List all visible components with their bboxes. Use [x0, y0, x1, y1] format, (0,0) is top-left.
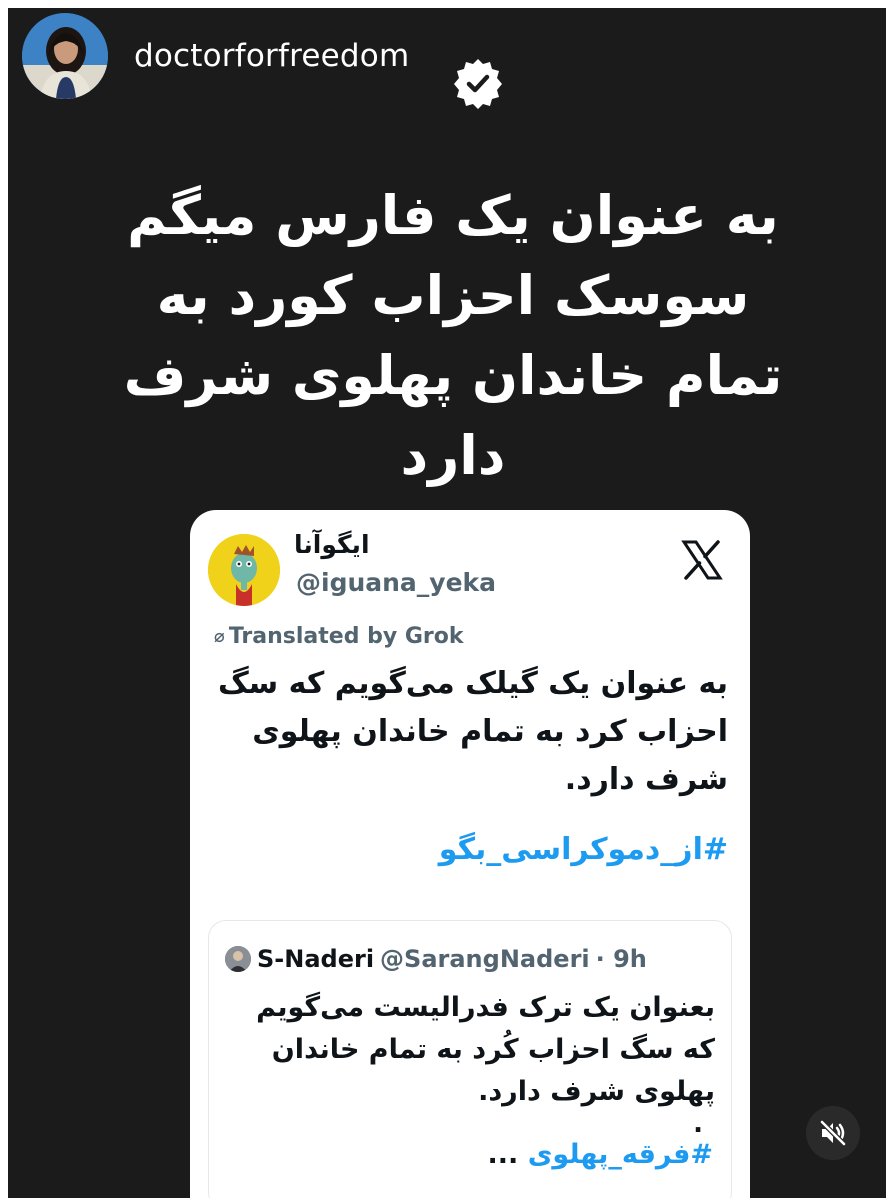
grok-icon: ⌀: [214, 626, 225, 647]
translated-label: Translated by Grok: [228, 624, 464, 649]
headline-line: سوسک احزاب کورد به: [156, 264, 750, 327]
profile-avatar[interactable]: [22, 13, 108, 99]
tweet-avatar[interactable]: [208, 534, 280, 606]
headline-line: به عنوان یک فارس میگم: [127, 184, 779, 247]
tweet-handle[interactable]: @iguana_yeka: [296, 568, 496, 597]
quoted-dot: .: [693, 1109, 703, 1139]
story-username[interactable]: doctorforfreedom: [134, 38, 409, 74]
iguana-avatar-image: [208, 534, 280, 606]
translation-notice[interactable]: ⌀ Translated by Grok: [214, 624, 464, 649]
quoted-line: که سگ احزاب کُرد به تمام خاندان: [271, 1034, 715, 1065]
headline-line: تمام خاندان پهلوی شرف: [123, 344, 783, 407]
tweet-body: به عنوان یک گیلک می‌گویم که سگ احزاب کرد…: [208, 660, 728, 804]
tweet-card[interactable]: ایگوآنا @iguana_yeka ⌀ Translated by Gro…: [190, 510, 750, 1198]
quoted-line: پهلوی شرف دارد.: [478, 1076, 715, 1107]
tweet-line: احزاب کرد به تمام خاندان پهلوی: [252, 714, 728, 749]
tweet-line: به عنوان یک گیلک می‌گویم که سگ: [217, 666, 728, 701]
headline-line: دارد: [400, 424, 506, 487]
tweet-hashtag-link[interactable]: #از_دموکراسی_بگو: [439, 832, 728, 867]
tweet-display-name[interactable]: ایگوآنا: [294, 530, 370, 559]
verified-badge-icon: [454, 59, 502, 109]
quoted-avatar-image: [225, 946, 251, 972]
quoted-avatar[interactable]: [225, 946, 251, 972]
quoted-tweet-header: S-Naderi @SarangNaderi · 9h: [225, 945, 647, 973]
quoted-body: بعنوان یک ترک فدرالیست می‌گویم که سگ احز…: [225, 987, 715, 1113]
quoted-tweet[interactable]: S-Naderi @SarangNaderi · 9h بعنوان یک تر…: [208, 920, 732, 1198]
story-headline: به عنوان یک فارس میگم سوسک احزاب کورد به…: [68, 176, 838, 496]
quoted-hashtag-link[interactable]: #فرقه_پهلوی: [528, 1139, 713, 1170]
quoted-line: بعنوان یک ترک فدرالیست می‌گویم: [256, 992, 715, 1023]
mute-button[interactable]: [806, 1106, 860, 1160]
story-viewer: doctorforfreedom به عنوان یک فارس میگم س…: [8, 8, 886, 1198]
quoted-name[interactable]: S-Naderi: [257, 945, 374, 973]
x-logo-icon[interactable]: [680, 538, 724, 582]
tweet-line: شرف دارد.: [564, 762, 728, 797]
quoted-time: · 9h: [595, 945, 647, 973]
quoted-handle[interactable]: @SarangNaderi: [380, 945, 590, 973]
quoted-ellipsis: ...: [487, 1139, 519, 1170]
quoted-hashtag-row: #فرقه_پهلوی ...: [488, 1139, 714, 1170]
avatar-image: [22, 13, 108, 99]
sound-off-icon: [819, 1119, 847, 1147]
